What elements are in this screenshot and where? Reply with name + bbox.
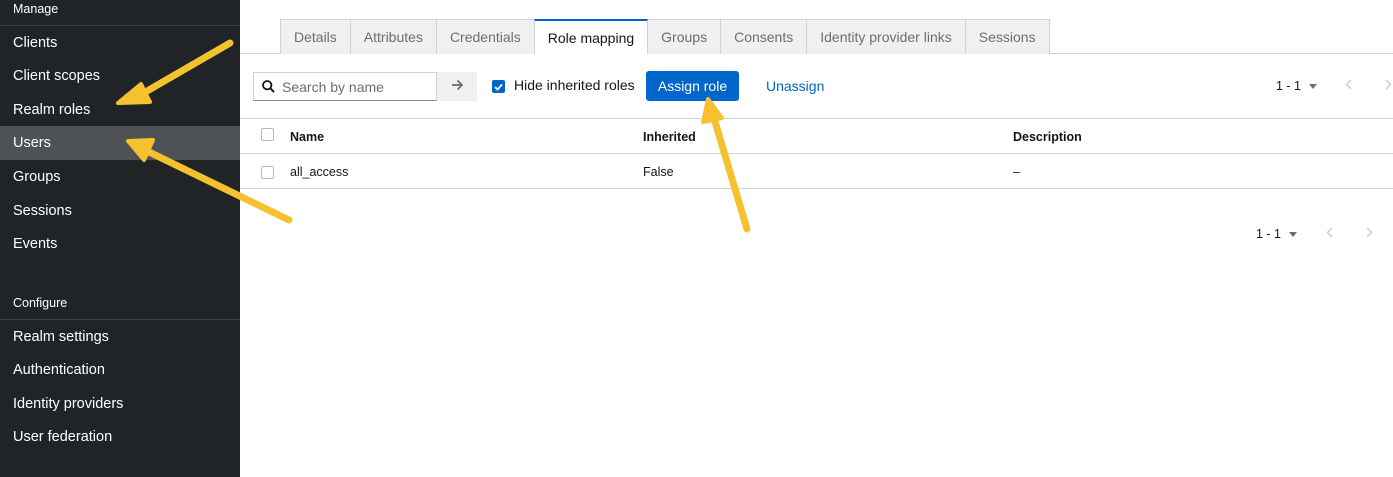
- chevron-right-icon: [1365, 225, 1373, 243]
- search-icon: [254, 73, 282, 101]
- chevron-left-icon: [1325, 225, 1333, 243]
- nav-groups[interactable]: Groups: [0, 160, 240, 194]
- search-box: [253, 72, 437, 101]
- tab-groups[interactable]: Groups: [647, 19, 722, 54]
- nav-realm-settings[interactable]: Realm settings: [0, 320, 240, 354]
- prev-page-button[interactable]: [1323, 227, 1335, 241]
- search-submit-button[interactable]: [437, 72, 477, 101]
- tab-bar: Details Attributes Credentials Role mapp…: [280, 19, 1050, 54]
- tab-role-mapping[interactable]: Role mapping: [533, 19, 649, 54]
- assign-role-button[interactable]: Assign role: [646, 71, 739, 101]
- nav-clients[interactable]: Clients: [0, 26, 240, 60]
- hide-inherited-checkbox[interactable]: [492, 80, 505, 93]
- next-page-button[interactable]: [1363, 227, 1375, 241]
- pagination-range: 1 - 1: [1256, 227, 1282, 241]
- inherited-cell: False: [643, 165, 674, 179]
- chevron-left-icon: [1344, 77, 1352, 95]
- search-input[interactable]: [282, 78, 432, 95]
- nav-identity-providers[interactable]: Identity providers: [0, 387, 240, 421]
- tab-identity-provider-links[interactable]: Identity provider links: [806, 19, 966, 54]
- description-cell: –: [1013, 165, 1020, 179]
- next-page-button[interactable]: [1382, 79, 1393, 93]
- manage-section-title: Manage: [13, 2, 59, 16]
- chevron-right-icon: [1384, 77, 1392, 95]
- column-header-name[interactable]: Name: [290, 130, 324, 144]
- unassign-button[interactable]: Unassign: [766, 78, 824, 94]
- select-all-checkbox[interactable]: [261, 128, 274, 141]
- sidebar: Manage Clients Client scopes Realm roles…: [0, 0, 240, 477]
- table-row-border: [240, 188, 1393, 189]
- nav-sessions[interactable]: Sessions: [0, 194, 240, 228]
- nav-events[interactable]: Events: [0, 227, 240, 261]
- nav-users[interactable]: Users: [0, 126, 240, 160]
- chevron-down-icon[interactable]: [1289, 231, 1298, 237]
- pagination-top: 1 - 1: [1276, 79, 1318, 93]
- table-top-border: [240, 118, 1393, 119]
- configure-section-title: Configure: [13, 296, 68, 310]
- pagination-range: 1 - 1: [1276, 79, 1302, 93]
- tab-consents[interactable]: Consents: [720, 19, 808, 54]
- nav-client-scopes[interactable]: Client scopes: [0, 59, 240, 93]
- nav-user-federation[interactable]: User federation: [0, 420, 240, 454]
- check-icon: [494, 78, 503, 96]
- arrow-right-icon: [451, 78, 464, 96]
- table-header-border: [240, 153, 1393, 154]
- chevron-down-icon[interactable]: [1309, 83, 1318, 89]
- nav-authentication[interactable]: Authentication: [0, 353, 240, 387]
- column-header-description: Description: [1013, 130, 1082, 144]
- hide-inherited-label[interactable]: Hide inherited roles: [514, 77, 635, 93]
- tab-attributes[interactable]: Attributes: [349, 19, 437, 54]
- prev-page-button[interactable]: [1342, 79, 1354, 93]
- tab-details[interactable]: Details: [280, 19, 351, 54]
- row-select-checkbox[interactable]: [261, 166, 274, 179]
- tab-credentials[interactable]: Credentials: [435, 19, 535, 54]
- role-name-cell: all_access: [290, 165, 349, 179]
- tab-sessions[interactable]: Sessions: [964, 19, 1050, 54]
- pagination-bottom: 1 - 1: [1256, 227, 1298, 241]
- nav-realm-roles[interactable]: Realm roles: [0, 93, 240, 127]
- column-header-inherited: Inherited: [643, 130, 696, 144]
